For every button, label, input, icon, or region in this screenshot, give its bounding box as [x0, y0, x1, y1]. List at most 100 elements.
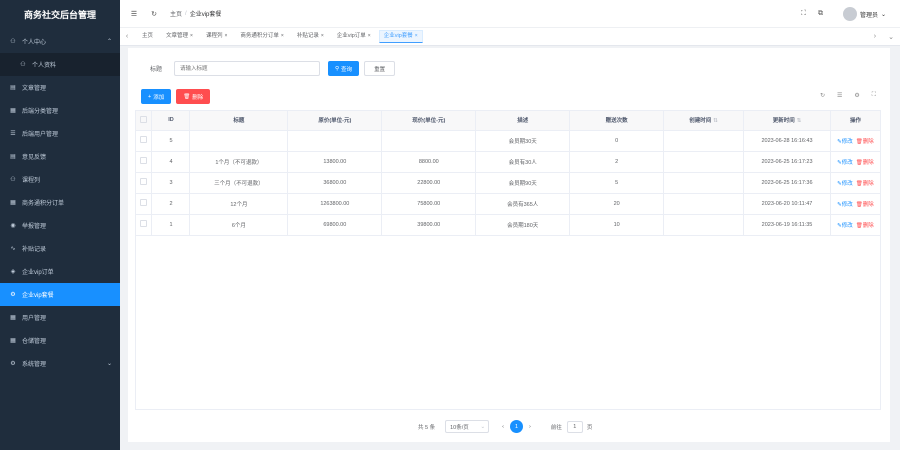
chevron-icon: ⌄: [106, 361, 112, 367]
row-checkbox[interactable]: [140, 220, 148, 227]
row-checkbox-cell[interactable]: [136, 130, 153, 152]
delete-row-button[interactable]: 🗑删除: [856, 160, 874, 166]
row-checkbox-cell[interactable]: [136, 151, 153, 173]
edit-button[interactable]: ✎修改: [837, 139, 853, 145]
fullscreen-icon[interactable]: ⛶: [872, 92, 876, 99]
page-number-current[interactable]: 1: [509, 420, 523, 433]
row-checkbox[interactable]: [140, 178, 148, 185]
sidebar-item[interactable]: ⚇ 个人中心 ⌃: [0, 30, 120, 53]
tag-item[interactable]: 主页: [137, 30, 158, 43]
breadcrumb-home[interactable]: 主页: [170, 9, 182, 18]
tag-item[interactable]: 企业vip套餐 ×: [378, 30, 423, 43]
edit-button[interactable]: ✎修改: [837, 160, 853, 166]
avatar[interactable]: [842, 7, 857, 21]
chevron-down-icon[interactable]: ⌄: [888, 33, 894, 41]
tag-item[interactable]: 文章管理 ×: [161, 30, 198, 43]
delete-button[interactable]: 🗑 删除: [176, 89, 211, 104]
tag-item[interactable]: 商务通积分订单 ×: [235, 30, 288, 43]
delete-row-button[interactable]: 🗑删除: [856, 202, 874, 208]
sidebar-item[interactable]: ▦ 仓储管理: [0, 329, 120, 352]
search-input[interactable]: [174, 61, 321, 76]
sidebar-item[interactable]: ▦ 后端分类管理: [0, 99, 120, 122]
navbar: ☰ ↻ 主页 / 企业vip套餐 ⛶ ⧉ 管理员 ⌄: [120, 0, 900, 28]
column-setting-icon[interactable]: ☰: [837, 92, 842, 99]
delete-row-button[interactable]: 🗑删除: [856, 181, 874, 187]
sort-icon[interactable]: ⇅: [713, 118, 718, 124]
layer-icon: ◈: [10, 269, 16, 275]
page-size-select[interactable]: 10条/页 ⌄: [445, 420, 490, 433]
cell-updated: 2023-06-25 16:17:36: [743, 172, 831, 194]
reset-button[interactable]: 重置: [364, 61, 396, 76]
close-icon[interactable]: ×: [190, 31, 193, 42]
chevron-right-icon[interactable]: ›: [874, 33, 876, 41]
sidebar-item[interactable]: ▤ 文章管理: [0, 76, 120, 99]
table-row[interactable]: 1 6个月 69800.00 39800.00 会员期180天 10 2023-06-19 …: [136, 214, 882, 236]
sidebar-item[interactable]: ⚇ 个人资料: [0, 53, 120, 76]
search-button[interactable]: ⚲ 查询: [328, 61, 360, 76]
user-name[interactable]: 管理员: [860, 10, 878, 19]
close-icon[interactable]: ×: [368, 31, 371, 42]
sidebar-item[interactable]: ⚙ 企业vip套餐: [0, 283, 120, 306]
edit-button[interactable]: ✎修改: [837, 181, 853, 187]
document-icon: ▤: [10, 154, 16, 160]
language-icon[interactable]: ⧉: [818, 10, 823, 18]
sidebar-item[interactable]: ∿ 补贴记录: [0, 237, 120, 260]
add-button[interactable]: + 添加: [141, 89, 172, 104]
hamburger-icon[interactable]: ☰: [128, 10, 140, 18]
goto-input[interactable]: 1: [566, 420, 583, 433]
close-icon[interactable]: ×: [224, 31, 227, 42]
sidebar-item[interactable]: ⚙ 系统管理 ⌄: [0, 352, 120, 375]
sidebar-item[interactable]: ▦ 用户管理: [0, 306, 120, 329]
row-checkbox-cell[interactable]: [136, 172, 153, 194]
close-icon[interactable]: ×: [321, 31, 324, 42]
sidebar-item[interactable]: ◈ 企业vip订单: [0, 260, 120, 283]
search-button-label: 查询: [341, 66, 353, 73]
row-checkbox[interactable]: [140, 157, 148, 164]
cell-price: 8800.00: [381, 151, 477, 173]
sidebar-item-label: 仓储管理: [22, 339, 47, 345]
select-all-checkbox[interactable]: [140, 115, 148, 123]
chevron-left-icon[interactable]: ‹: [120, 33, 134, 40]
sidebar-item[interactable]: ⚇ 课程列: [0, 168, 120, 191]
row-checkbox[interactable]: [140, 136, 148, 143]
row-checkbox-cell[interactable]: [136, 193, 153, 215]
tag-label: 企业vip订单: [336, 33, 366, 39]
refresh-icon[interactable]: ↻: [820, 92, 825, 99]
row-checkbox[interactable]: [140, 199, 148, 206]
gear-icon: ⚙: [10, 292, 16, 298]
edit-button[interactable]: ✎修改: [837, 223, 853, 229]
close-icon[interactable]: ×: [281, 31, 284, 42]
select-all-checkbox-cell[interactable]: [136, 111, 153, 131]
delete-row-button[interactable]: 🗑删除: [856, 223, 874, 229]
cell-price: 75800.00: [381, 193, 477, 215]
prev-page-button[interactable]: ‹: [502, 424, 504, 430]
close-icon[interactable]: ×: [415, 31, 418, 42]
table-row[interactable]: 2 12个月 1263800.00 75800.00 会员有365人 20 2023-06-…: [136, 193, 882, 215]
table-row[interactable]: 5 会员期30天 0 2023-06-28 16:16:43 ✎修改 🗑删除: [136, 130, 882, 152]
cell-id: 5: [151, 130, 191, 152]
cell-orig: 13800.00: [287, 151, 383, 173]
refresh-icon[interactable]: ↻: [148, 10, 160, 18]
search-icon: ⚲: [335, 65, 340, 72]
trash-icon: 🗑: [855, 222, 863, 229]
fullscreen-icon[interactable]: ⛶: [801, 10, 806, 18]
gear-icon[interactable]: ⚙: [854, 92, 859, 99]
sidebar-item[interactable]: ☰ 后端用户管理: [0, 122, 120, 145]
delete-row-button[interactable]: 🗑删除: [856, 139, 874, 145]
sidebar-item[interactable]: ◉ 举报管理: [0, 214, 120, 237]
cell-price: [381, 130, 477, 152]
tag-item[interactable]: 课程列 ×: [201, 30, 232, 43]
cell-desc: 会员有365人: [475, 193, 571, 215]
tag-item[interactable]: 企业vip订单 ×: [332, 30, 376, 43]
row-checkbox-cell[interactable]: [136, 214, 153, 236]
sidebar-item[interactable]: ▦ 商务通积分订单: [0, 191, 120, 214]
cell-title: 三个月（不可退款）: [189, 172, 289, 194]
sidebar-item[interactable]: ▤ 意见反馈: [0, 145, 120, 168]
edit-button[interactable]: ✎修改: [837, 202, 853, 208]
tag-item[interactable]: 补贴记录 ×: [292, 30, 329, 43]
chevron-down-icon[interactable]: ⌄: [881, 11, 886, 18]
sort-icon[interactable]: ⇅: [797, 118, 802, 124]
table-row[interactable]: 4 1个月（不可退款） 13800.00 8800.00 会员有30人 2 2023-06-…: [136, 151, 882, 173]
next-page-button[interactable]: ›: [529, 424, 531, 430]
table-row[interactable]: 3 三个月（不可退款） 36800.00 22800.00 会员期90天 5 2023-06…: [136, 172, 882, 194]
